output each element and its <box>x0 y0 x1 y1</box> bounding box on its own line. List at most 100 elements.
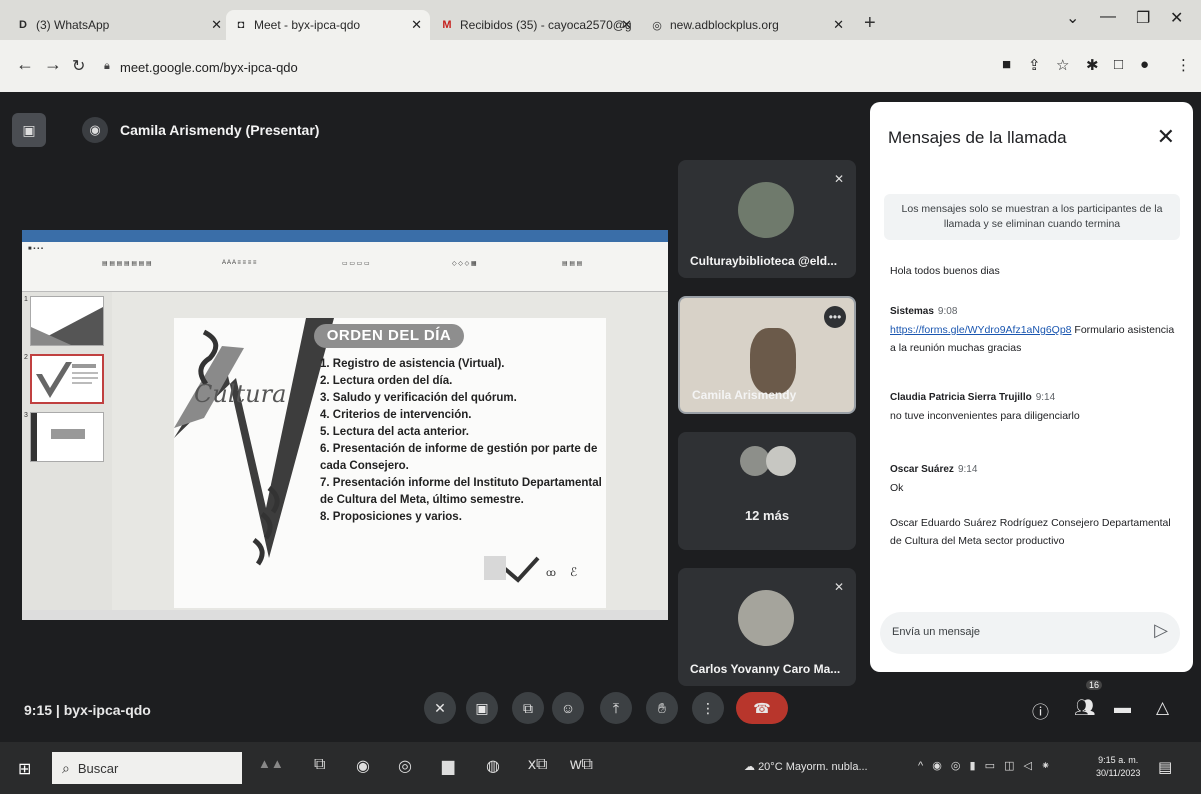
camera-toggle-button[interactable]: ▣ <box>466 692 498 724</box>
powerpoint-title-bar <box>22 230 668 242</box>
app-icon[interactable]: ◍ <box>486 756 500 776</box>
presenter-avatar-icon: ◉ <box>82 117 108 143</box>
participant-avatar <box>738 182 794 238</box>
slide-thumbnail[interactable] <box>30 412 104 462</box>
meeting-code: byx-ipca-qdo <box>63 702 151 718</box>
close-tab-icon[interactable]: ✕ <box>411 17 422 33</box>
divider: | <box>55 702 64 718</box>
close-tab-icon[interactable]: ✕ <box>211 17 222 33</box>
participant-tile[interactable]: ✕ Carlos Yovanny Caro Ma... <box>678 568 856 686</box>
presenter-name: Camila Arismendy (Presentar) <box>120 122 320 138</box>
agenda-item: 1. Registro de asistencia (Virtual). <box>320 358 505 370</box>
message-text: Hola todos buenos dias <box>890 265 1000 277</box>
forward-icon[interactable]: → <box>44 54 62 75</box>
tab-search-icon[interactable]: ⌄ <box>1066 8 1079 28</box>
message-time: 9:14 <box>957 464 978 475</box>
lock-icon[interactable]: 🔒︎ <box>104 60 110 73</box>
participant-video <box>750 328 796 394</box>
chat-message: Claudia Patricia Sierra Trujillo 9:14 no … <box>890 392 1180 425</box>
send-icon[interactable]: ▷ <box>1154 620 1168 641</box>
desktop-screen: D (3) WhatsApp ✕ ◘ Meet - byx-ipca-qdo ✕… <box>0 0 1201 794</box>
close-tab-icon[interactable]: ✕ <box>621 17 632 33</box>
file-explorer-icon[interactable]: ▆ <box>442 756 454 776</box>
present-button[interactable]: ⤒ <box>600 692 632 724</box>
back-icon[interactable]: ← <box>16 54 34 75</box>
more-participants-label: 12 más <box>744 508 790 523</box>
tab-meet[interactable]: ◘ Meet - byx-ipca-qdo ✕ <box>226 10 430 40</box>
message-sender: Oscar Suárez <box>890 464 954 475</box>
svg-text:ℰ: ℰ <box>570 565 577 579</box>
chat-icon[interactable]: ▬ <box>1114 698 1131 718</box>
participant-tile-more[interactable]: 12 más <box>678 432 856 550</box>
system-clock[interactable]: 9:15 a. m. 30/11/2023 <box>1096 754 1140 780</box>
close-tab-icon[interactable]: ✕ <box>833 17 844 33</box>
weather-widget[interactable]: ☁ 20°C Mayorm. nubla... <box>744 760 868 773</box>
emoji-button[interactable]: ☺ <box>552 692 584 724</box>
chrome-alt-icon[interactable]: ◎ <box>398 756 412 776</box>
chrome-icon[interactable]: ◉ <box>356 756 370 776</box>
windows-start-icon[interactable]: ⊞ <box>18 759 31 779</box>
address-bar: ← → ↻ 🔒︎ meet.google.com/byx-ipca-qdo ■ … <box>0 40 1201 92</box>
presenter-bar: ▣ ◉ Camila Arismendy (Presentar) <box>12 108 319 152</box>
captions-button[interactable]: ⧉ <box>512 692 544 724</box>
chat-title: Mensajes de la llamada <box>888 128 1067 147</box>
sidepanel-icon[interactable]: □ <box>1114 56 1123 73</box>
activities-icon[interactable]: △ <box>1156 698 1169 718</box>
taskbar-search-input[interactable]: ⌕ Buscar <box>52 752 242 784</box>
message-sender: Claudia Patricia Sierra Trujillo <box>890 392 1032 403</box>
participants-count-badge: 16 <box>1086 680 1103 690</box>
more-options-button[interactable]: ⋮ <box>692 692 724 724</box>
excel-icon[interactable]: x⧉ <box>528 756 547 774</box>
url-field[interactable]: meet.google.com/byx-ipca-qdo <box>120 60 298 75</box>
camera-icon[interactable]: ■ <box>1002 56 1011 73</box>
new-tab-button[interactable]: + <box>864 12 876 35</box>
profile-icon[interactable]: ● <box>1140 56 1149 73</box>
notifications-icon[interactable]: ▤ <box>1158 758 1172 776</box>
taskbar-decoration-icon: ▲▲ <box>258 756 284 771</box>
message-text: Oscar Eduardo Suárez Rodríguez Consejero… <box>890 517 1171 547</box>
weather-text: 20°C Mayorm. nubla... <box>758 761 868 773</box>
powerpoint-ribbon: ■ ▪ ▪ ▪ ▤ ▤ ▤ ▤ ▤ ▤ ▤ A A A ≡ ≡ ≡ ≡ ▭ ▭ … <box>22 242 668 292</box>
message-text: no tuve inconvenientes para diligenciarl… <box>890 410 1080 422</box>
meeting-info: 9:15 | byx-ipca-qdo <box>24 702 151 718</box>
tab-gmail[interactable]: M Recibidos (35) - cayoca2570@g ✕ <box>432 10 640 40</box>
presentation-icon[interactable]: ▣ <box>12 113 46 147</box>
powerpoint-status-bar <box>22 610 668 620</box>
chat-message: Oscar Suárez 9:14 Ok <box>890 464 1180 497</box>
participant-tile[interactable]: ✕ Culturaybiblioteca @eld... <box>678 160 856 278</box>
menu-kebab-icon[interactable]: ⋮ <box>1176 56 1191 74</box>
close-icon[interactable]: ✕ <box>1157 124 1175 150</box>
meet-icon: ◘ <box>237 19 245 31</box>
tab-whatsapp[interactable]: D (3) WhatsApp ✕ <box>8 10 230 40</box>
minimize-button[interactable]: — <box>1100 8 1116 26</box>
clock-date: 30/11/2023 <box>1096 768 1141 778</box>
agenda-list: 1. Registro de asistencia (Virtual). 2. … <box>320 356 604 526</box>
mic-toggle-button[interactable]: ✕ <box>424 692 456 724</box>
raise-hand-button[interactable]: ✋︎ <box>646 692 678 724</box>
adblock-icon: ◎ <box>652 19 662 32</box>
leave-call-button[interactable]: ☎ <box>736 692 788 724</box>
people-icon[interactable]: 👥︎ <box>1074 698 1096 718</box>
message-text: Ok <box>890 482 904 494</box>
chat-message-input[interactable]: Envía un mensaje ▷ <box>880 612 1180 654</box>
slide-thumbnail-selected[interactable] <box>30 354 104 404</box>
system-tray-icons[interactable]: ^ ◉ ◎ ▮ ▭ ◫ ◁ ⁕ <box>918 759 1053 772</box>
participant-avatar <box>766 446 796 476</box>
message-sender: Sistemas <box>890 306 934 317</box>
participant-tile-speaking[interactable]: ••• Camila Arismendy <box>678 296 856 414</box>
share-icon[interactable]: ⇪ <box>1028 56 1041 74</box>
close-window-button[interactable]: ✕ <box>1170 8 1183 28</box>
slide-thumbnail[interactable] <box>30 296 104 346</box>
more-options-icon[interactable]: ••• <box>824 306 846 328</box>
message-link[interactable]: https://forms.gle/WYdro9Afz1aNg6Qp8 <box>890 324 1072 336</box>
tab-adblockplus[interactable]: ◎ new.adblockplus.org ✕ <box>642 10 852 40</box>
word-icon[interactable]: w⧉ <box>570 756 593 774</box>
task-view-icon[interactable]: ⧉ <box>314 756 325 774</box>
maximize-button[interactable]: ❐ <box>1136 8 1150 28</box>
reload-icon[interactable]: ↻ <box>72 56 85 76</box>
info-icon[interactable]: ⓘ <box>1032 698 1049 723</box>
bookmark-star-icon[interactable]: ☆ <box>1056 56 1069 74</box>
extensions-icon[interactable]: ✱ <box>1086 56 1099 74</box>
agenda-item: 7. Presentación informe del Instituto De… <box>320 477 602 506</box>
shared-screen: ■ ▪ ▪ ▪ ▤ ▤ ▤ ▤ ▤ ▤ ▤ A A A ≡ ≡ ≡ ≡ ▭ ▭ … <box>22 230 668 620</box>
